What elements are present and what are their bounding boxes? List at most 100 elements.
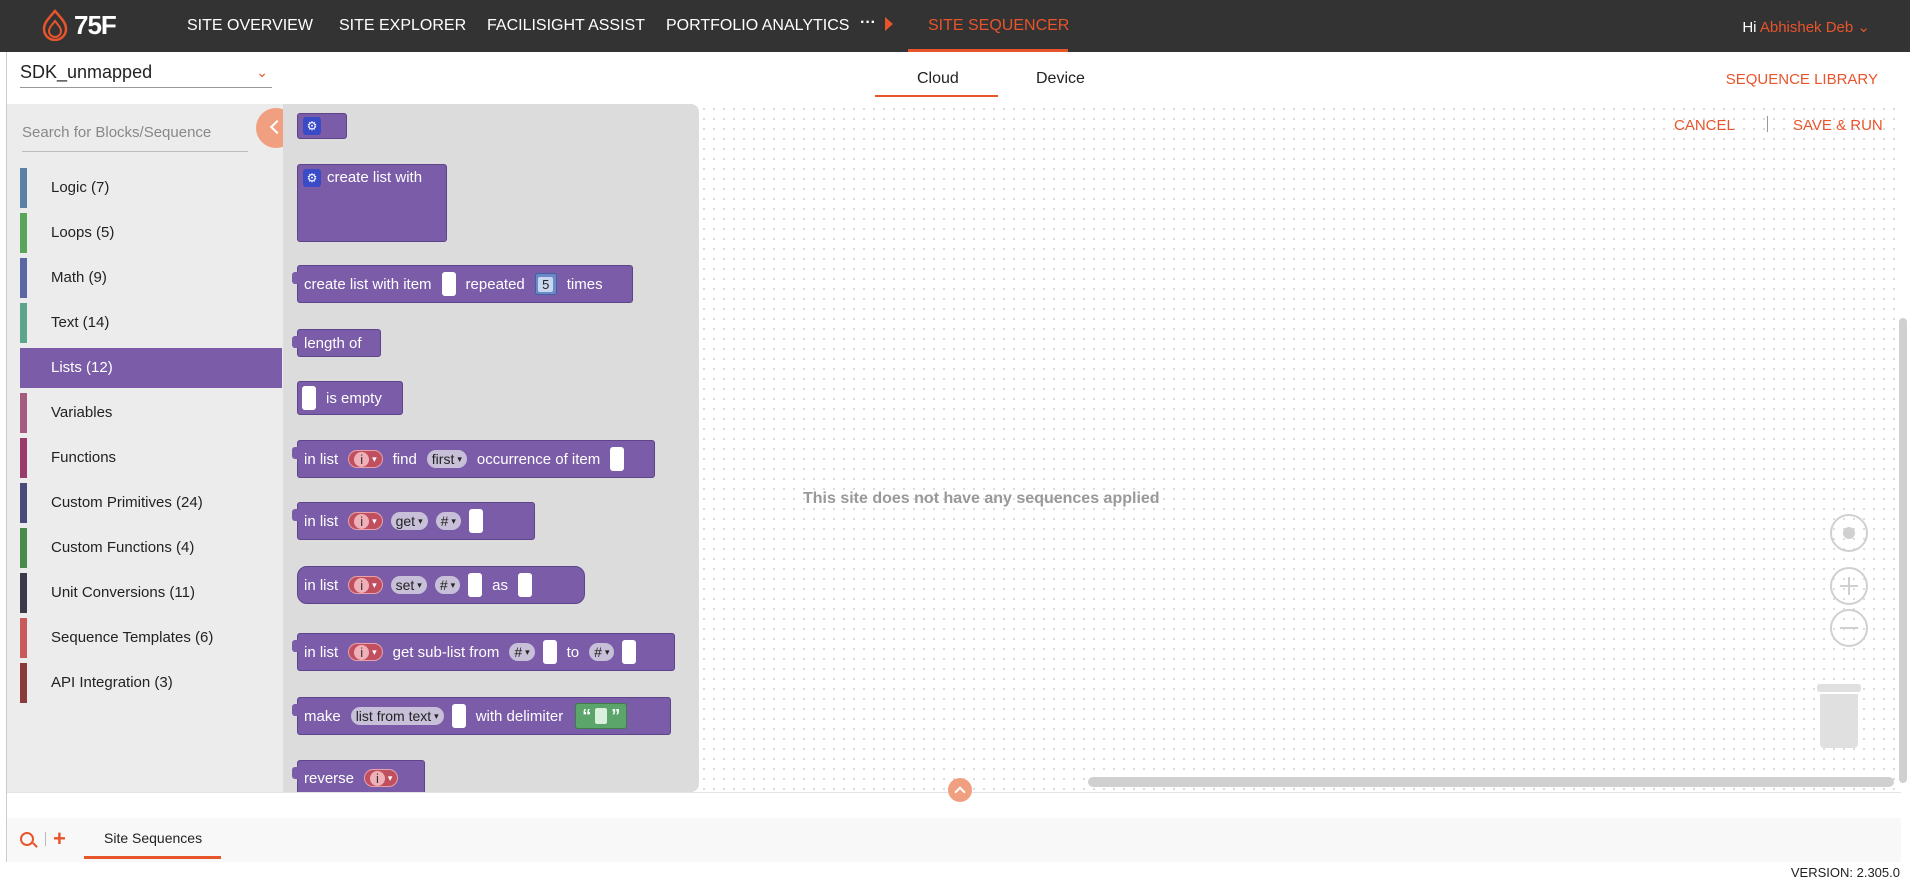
nav-site-sequencer[interactable]: SITE SEQUENCER (928, 17, 1069, 35)
block-is-empty[interactable]: is empty (297, 381, 403, 415)
add-icon[interactable]: + (53, 826, 66, 852)
text-literal-block[interactable]: “ ” (575, 703, 628, 729)
category-unit-conversions[interactable]: Unit Conversions (11) (20, 573, 282, 613)
block-output-notch (292, 767, 299, 779)
set-mode-dropdown[interactable]: set ▾ (390, 576, 427, 594)
index-mode-dropdown[interactable]: # ▾ (435, 512, 461, 530)
category-variables[interactable]: Variables (20, 393, 282, 433)
nav-portfolio-analytics[interactable]: PORTFOLIO ANALYTICS (666, 17, 849, 35)
sequence-workspace[interactable] (699, 104, 1901, 792)
close-quote: ” (611, 705, 621, 726)
variable-value: i (354, 513, 370, 529)
input-slot[interactable] (622, 640, 637, 664)
category-color-bar (20, 258, 27, 298)
category-api-integration[interactable]: API Integration (3) (20, 663, 282, 703)
number-value: 5 (538, 276, 554, 292)
from-mode-dropdown[interactable]: # ▾ (509, 643, 535, 661)
variable-dropdown[interactable]: i ▾ (348, 450, 383, 468)
logo[interactable]: 75F (42, 9, 117, 41)
block-list-set[interactable]: in list i ▾ set ▾ # ▾ as (297, 566, 585, 604)
block-label: as (492, 576, 508, 594)
get-mode-dropdown[interactable]: get ▾ (390, 512, 428, 530)
tab-active-underline (875, 95, 998, 97)
workspace-horizontal-scrollbar[interactable] (1088, 777, 1894, 787)
category-sequence-templates[interactable]: Sequence Templates (6) (20, 618, 282, 658)
category-text[interactable]: Text (14) (20, 303, 282, 343)
expand-panel-button[interactable] (948, 778, 972, 802)
block-empty-list[interactable]: ⚙ (297, 113, 347, 139)
workspace-vertical-scrollbar[interactable] (1899, 318, 1907, 783)
block-output-notch (292, 509, 299, 521)
nav-scroll-right-icon[interactable] (885, 17, 893, 31)
nav-more-icon[interactable]: ··· (860, 14, 876, 32)
action-divider (1767, 116, 1768, 132)
variable-dropdown[interactable]: i ▾ (348, 512, 383, 530)
nav-site-explorer[interactable]: SITE EXPLORER (339, 17, 466, 35)
category-label: Math (9) (51, 269, 107, 286)
input-slot[interactable] (610, 447, 625, 471)
tab-cloud[interactable]: Cloud (917, 70, 959, 88)
number-field[interactable]: 5 (534, 273, 557, 295)
block-label: create list with item (304, 275, 432, 293)
input-slot[interactable] (441, 272, 456, 296)
variable-dropdown[interactable]: i ▾ (364, 769, 399, 787)
to-mode-dropdown[interactable]: # ▾ (589, 643, 615, 661)
zoom-in-icon[interactable] (1830, 567, 1868, 605)
input-slot[interactable] (451, 704, 466, 728)
category-color-bar (20, 393, 27, 433)
search-icon[interactable] (20, 832, 34, 846)
sequence-library-link[interactable]: SEQUENCE LIBRARY (1726, 71, 1878, 88)
category-label: Text (14) (51, 314, 110, 331)
variable-value: i (354, 451, 370, 467)
find-mode-dropdown[interactable]: first ▾ (426, 450, 467, 468)
block-create-list-repeated[interactable]: create list with item repeated 5 times (292, 265, 633, 303)
category-color-bar (20, 483, 27, 523)
category-color-bar (20, 618, 27, 658)
site-selector[interactable]: SDK_unmapped ⌄ (20, 62, 272, 88)
block-list-get[interactable]: in list i ▾ get ▾ # ▾ (292, 502, 535, 540)
block-list-find[interactable]: in list i ▾ find first ▾ occurrence of ite… (292, 440, 655, 478)
variable-dropdown[interactable]: i ▾ (348, 643, 383, 661)
block-list-sublist[interactable]: in list i ▾ get sub-list from # ▾ to # ▾ (292, 633, 675, 671)
recenter-icon[interactable] (1830, 514, 1868, 552)
trash-lid (1817, 684, 1861, 692)
category-custom-functions[interactable]: Custom Functions (4) (20, 528, 282, 568)
nav-site-overview[interactable]: SITE OVERVIEW (187, 17, 313, 35)
block-make-list-from-text[interactable]: make list from text ▾ with delimiter “ ” (292, 697, 671, 735)
block-label: times (566, 275, 603, 293)
cancel-button[interactable]: CANCEL (1674, 117, 1735, 134)
category-functions[interactable]: Functions (20, 438, 282, 478)
trash-icon[interactable] (1817, 684, 1861, 748)
save-and-run-button[interactable]: SAVE & RUN (1793, 117, 1883, 134)
index-mode-dropdown[interactable]: # ▾ (434, 576, 461, 594)
input-slot[interactable] (468, 509, 483, 533)
category-logic[interactable]: Logic (7) (20, 168, 282, 208)
greeting: Hi (1742, 19, 1757, 36)
category-color-bar (20, 348, 27, 388)
input-slot[interactable] (302, 386, 316, 410)
user-menu[interactable]: Hi Abhishek Deb ⌄ (1742, 18, 1870, 36)
category-lists[interactable]: Lists (12) (20, 348, 282, 388)
tab-site-sequences[interactable]: Site Sequences (104, 830, 202, 846)
category-loops[interactable]: Loops (5) (20, 213, 282, 253)
block-length-of[interactable]: length of (292, 329, 381, 357)
category-label: Variables (51, 404, 113, 421)
input-slot[interactable] (468, 573, 483, 597)
block-label: find (392, 450, 417, 468)
user-name: Abhishek Deb (1759, 19, 1854, 36)
tab-device[interactable]: Device (1036, 70, 1085, 88)
category-math[interactable]: Math (9) (20, 258, 282, 298)
zoom-out-icon[interactable] (1830, 609, 1868, 647)
text-value-field[interactable] (595, 708, 608, 724)
make-mode-dropdown[interactable]: list from text ▾ (350, 707, 444, 725)
input-slot[interactable] (518, 573, 532, 597)
search-input[interactable]: Search for Blocks/Sequence (22, 118, 248, 152)
input-slot[interactable] (542, 640, 557, 664)
block-reverse[interactable]: reverse i ▾ (292, 760, 425, 792)
gear-icon[interactable]: ⚙ (303, 117, 321, 135)
variable-dropdown[interactable]: i ▾ (348, 576, 383, 594)
nav-facilisight-assist[interactable]: FACILISIGHT ASSIST (487, 17, 645, 35)
block-create-list-with[interactable]: ⚙ create list with (297, 164, 447, 242)
gear-icon[interactable]: ⚙ (303, 169, 321, 187)
category-custom-primitives[interactable]: Custom Primitives (24) (20, 483, 282, 523)
